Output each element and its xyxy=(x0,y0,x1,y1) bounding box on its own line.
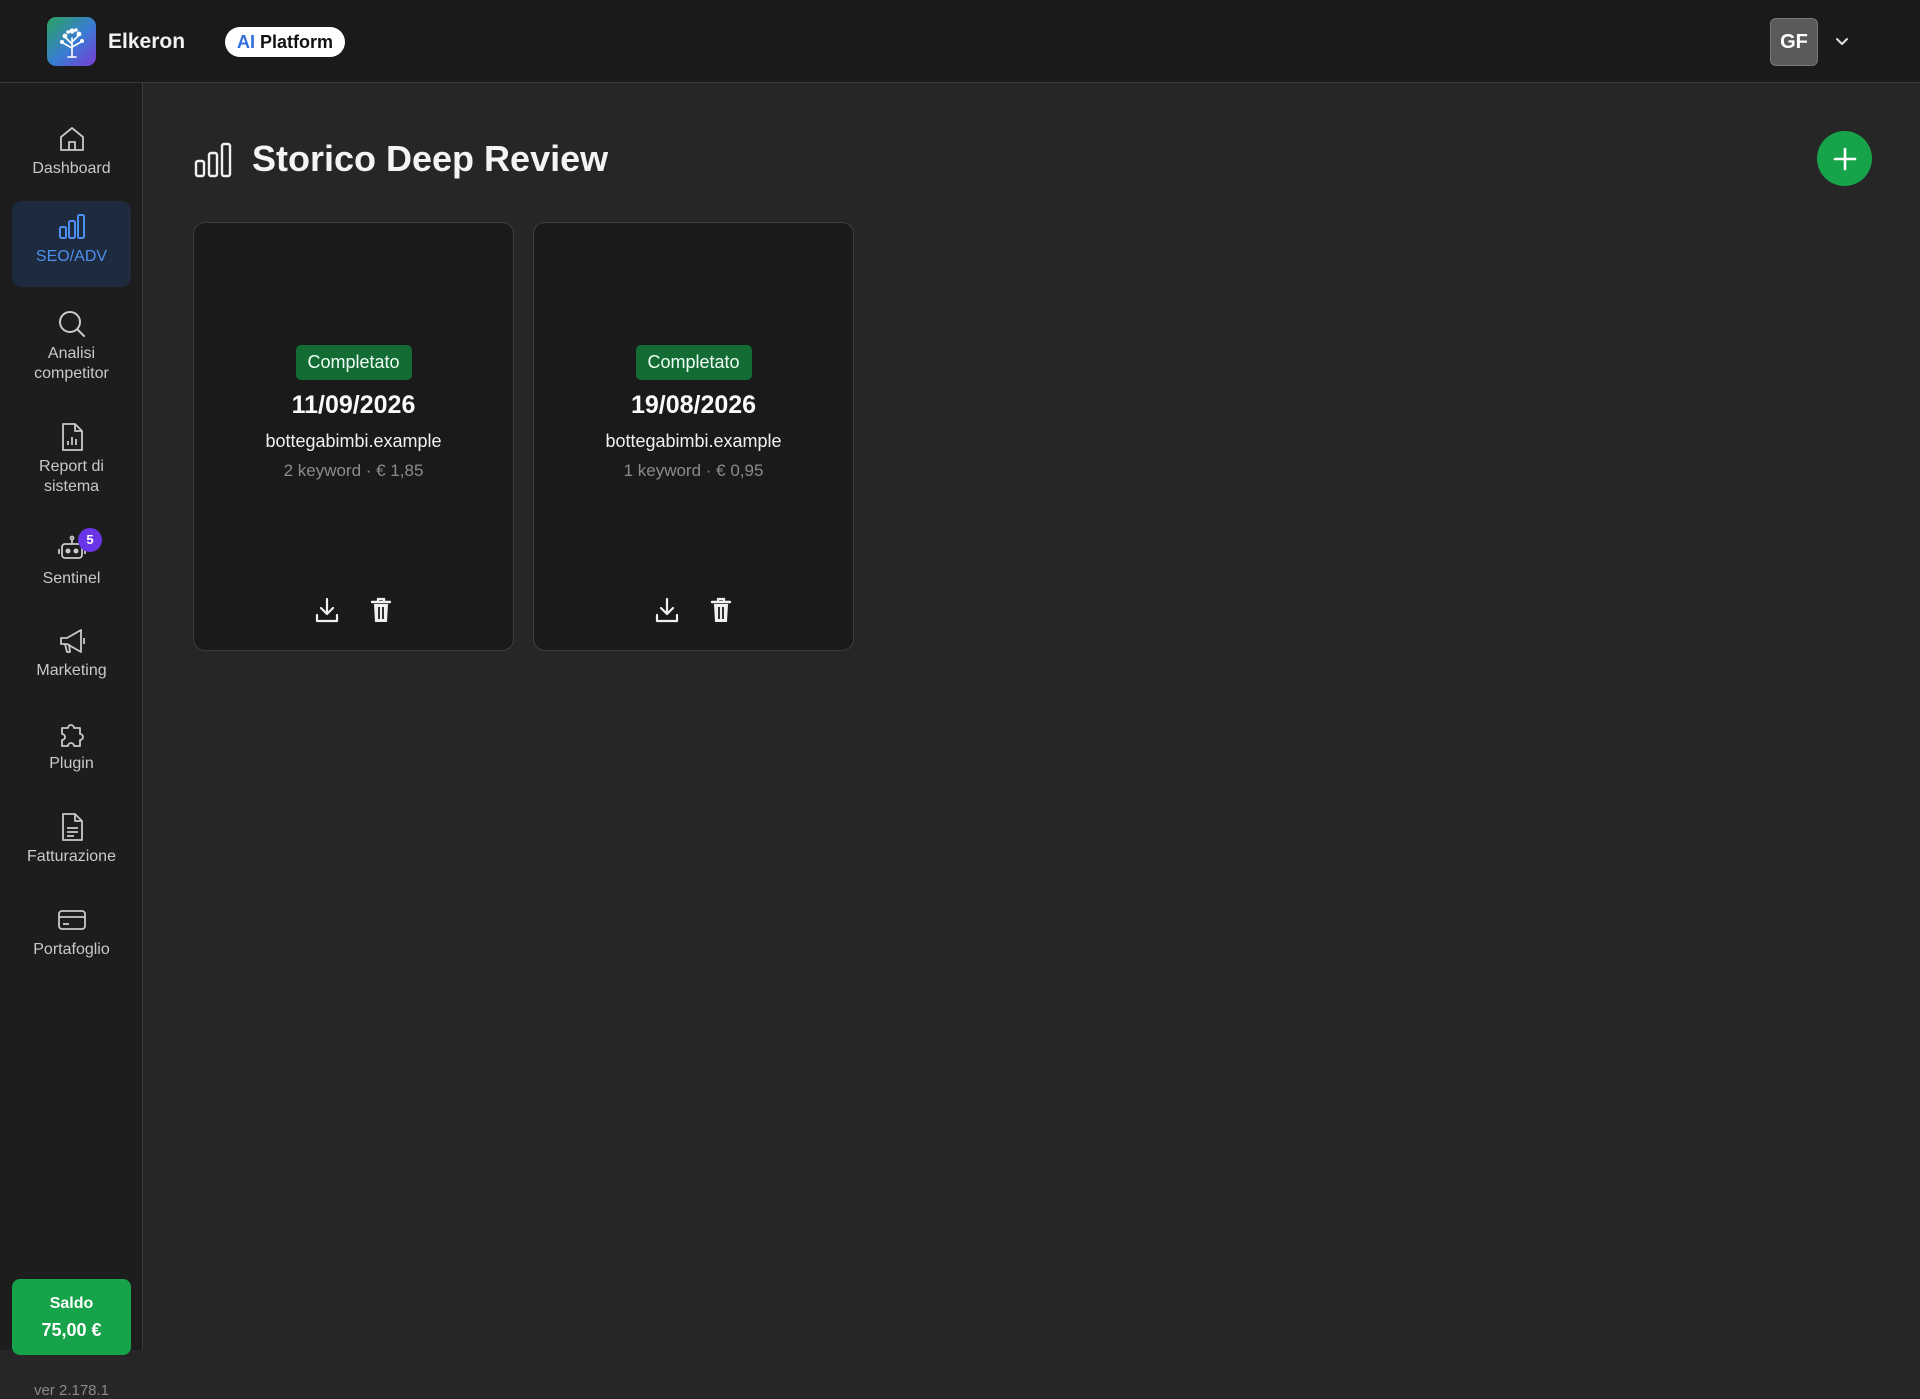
review-date: 11/09/2026 xyxy=(291,391,416,419)
sidebar-item-plugin[interactable]: Plugin xyxy=(12,708,131,774)
sidebar-item-label: SEO/ADV xyxy=(35,248,108,265)
review-domain: bottegabimbi.example xyxy=(605,431,782,451)
sidebar-item-label: Plugin xyxy=(49,755,94,772)
sidebar-item-label: Marketing xyxy=(36,662,107,679)
pill-platform-text: Platform xyxy=(260,31,334,52)
review-date: 19/08/2026 xyxy=(630,391,757,419)
sidebar-item-label: Report di sistema xyxy=(39,458,104,495)
balance-label: Saldo xyxy=(49,1295,94,1312)
card-actions xyxy=(534,595,853,625)
review-card[interactable]: Completato 11/09/2026 bottegabimbi.examp… xyxy=(193,222,514,651)
page-title: Storico Deep Review xyxy=(252,138,609,179)
sidebar-item-label: Fatturazione xyxy=(27,848,116,865)
top-bar: Elkeron AI Platform GF xyxy=(0,0,1920,83)
invoice-file-icon xyxy=(61,813,83,841)
puzzle-icon xyxy=(60,724,84,747)
plus-icon xyxy=(1833,147,1856,170)
user-avatar[interactable]: GF xyxy=(1770,18,1818,66)
trash-icon xyxy=(370,597,391,622)
sidebar-item-label: Analisi competitor xyxy=(34,345,109,382)
status-badge: Completato xyxy=(635,345,752,380)
balance-amount: 75,00 € xyxy=(41,1320,102,1340)
sidebar-item-label: Portafoglio xyxy=(33,941,110,958)
review-card[interactable]: Completato 19/08/2026 bottegabimbi.examp… xyxy=(533,222,854,651)
sidebar-item-seo-adv[interactable]: SEO/ADV xyxy=(12,201,131,287)
tree-logo-icon xyxy=(59,27,84,58)
report-file-icon xyxy=(61,423,83,451)
sidebar-item-portafoglio[interactable]: Portafoglio xyxy=(12,894,131,960)
pill-ai-text: AI xyxy=(237,31,255,52)
sidebar-item-marketing[interactable]: Marketing xyxy=(12,615,131,681)
app-logo[interactable] xyxy=(47,17,96,66)
review-meta: 1 keyword · € 0,95 xyxy=(623,461,764,480)
download-button[interactable] xyxy=(313,595,341,625)
platform-pill: AI Platform xyxy=(225,27,346,57)
credit-card-icon xyxy=(57,910,86,930)
notification-badge: 5 xyxy=(78,528,102,552)
sidebar-item-label: Sentinel xyxy=(42,570,101,587)
sidebar-item-label: Dashboard xyxy=(32,160,111,177)
sidebar-item-sentinel[interactable]: 5 Sentinel xyxy=(12,523,131,589)
review-domain: bottegabimbi.example xyxy=(265,431,442,451)
bar-chart-icon xyxy=(194,142,232,178)
chevron-down-icon[interactable] xyxy=(1833,32,1851,50)
delete-button[interactable] xyxy=(707,595,735,625)
download-button[interactable] xyxy=(653,595,681,625)
version-label: ver 2.178.1 xyxy=(33,1382,110,1399)
bar-chart-icon xyxy=(58,214,85,239)
home-icon xyxy=(59,127,84,151)
delete-button[interactable] xyxy=(367,595,395,625)
download-icon xyxy=(655,597,678,623)
review-meta: 2 keyword · € 1,85 xyxy=(283,461,424,480)
sidebar: Dashboard SEO/ADV Analisi competitor Rep… xyxy=(0,83,143,1399)
brand-name: Elkeron xyxy=(108,30,186,53)
card-actions xyxy=(194,595,513,625)
trash-icon xyxy=(710,597,731,622)
megaphone-icon xyxy=(59,629,85,653)
sidebar-item-dashboard[interactable]: Dashboard xyxy=(12,113,131,179)
sidebar-item-analisi-competitor[interactable]: Analisi competitor xyxy=(12,298,131,384)
search-icon xyxy=(58,311,85,337)
download-icon xyxy=(315,597,338,623)
sidebar-item-fatturazione[interactable]: Fatturazione xyxy=(12,801,131,867)
balance-button[interactable]: Saldo 75,00 € xyxy=(12,1279,131,1355)
sidebar-item-report-di-sistema[interactable]: Report di sistema xyxy=(12,411,131,497)
add-review-button[interactable] xyxy=(1817,131,1872,186)
status-badge: Completato xyxy=(295,345,412,380)
